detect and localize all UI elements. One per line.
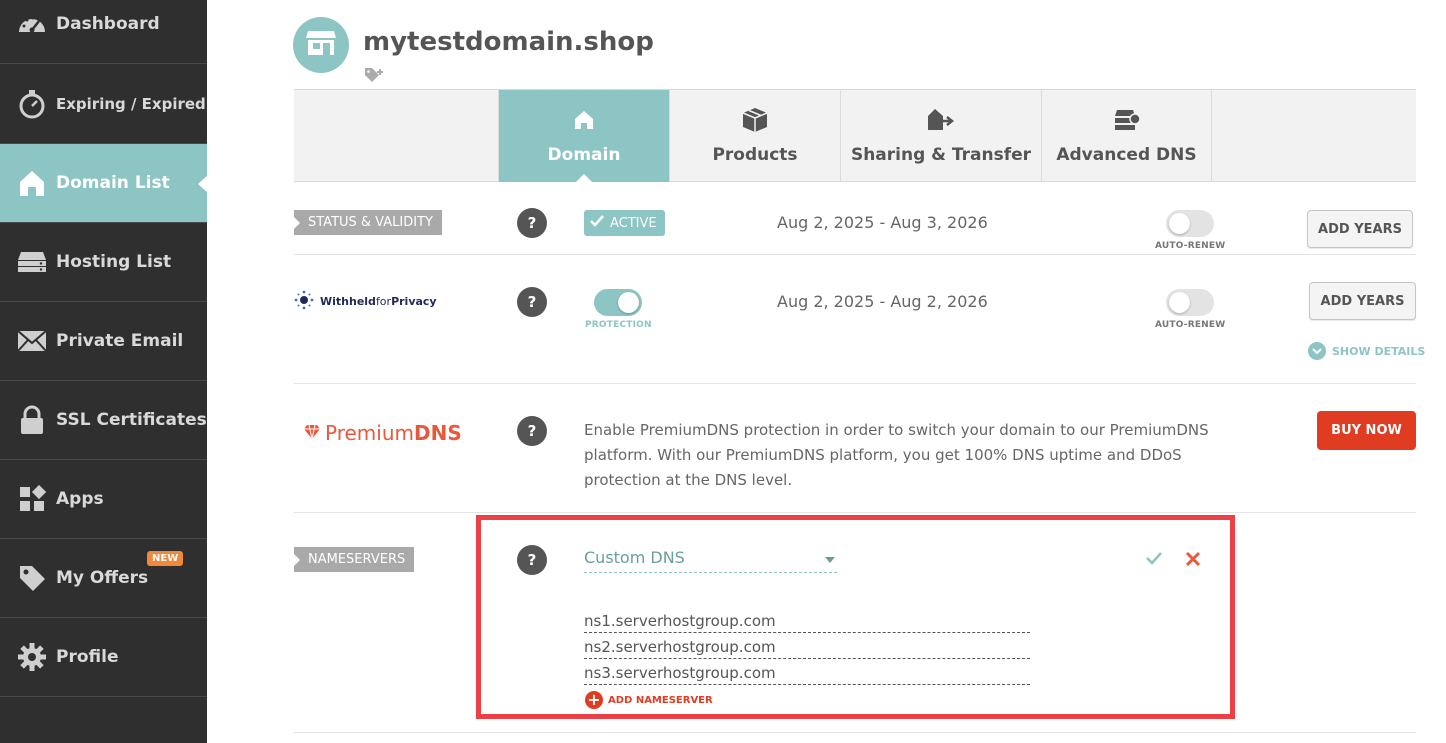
gear-icon: [16, 641, 48, 673]
domain-tabbar: Domain Products Sharing & Transfer Advan…: [294, 89, 1416, 183]
gauge-icon: [16, 8, 48, 40]
home-icon: [574, 107, 594, 133]
status-add-years-button[interactable]: ADD YEARS: [1307, 210, 1413, 248]
status-help-button[interactable]: ?: [517, 208, 547, 238]
row-divider: [294, 512, 1416, 513]
nameserver-input-3[interactable]: [584, 661, 1030, 685]
privacy-add-years-button[interactable]: ADD YEARS: [1309, 282, 1416, 320]
sidebar: Dashboard Expiring / Expired Domain List…: [0, 0, 208, 743]
tab-domain[interactable]: Domain: [498, 90, 669, 183]
privacy-dates: Aug 2, 2025 - Aug 2, 2026: [777, 292, 988, 311]
sidebar-item-profile[interactable]: Profile: [0, 618, 207, 697]
sidebar-item-label: Domain List: [56, 173, 170, 193]
tag-icon: [16, 562, 48, 594]
apps-icon: [16, 483, 48, 515]
dns-icon: [1113, 107, 1141, 133]
toggle-knob: [618, 292, 639, 313]
show-details-link[interactable]: SHOW DETAILS: [1308, 342, 1425, 360]
home-icon: [16, 167, 48, 199]
page-title: mytestdomain.shop: [363, 27, 654, 57]
sidebar-item-label: Dashboard: [56, 14, 160, 34]
sidebar-item-label: SSL Certificates: [56, 410, 207, 430]
storefront-icon: [305, 29, 337, 61]
privacy-autorenew-toggle[interactable]: [1166, 289, 1214, 316]
premiumdns-logo-a: Premium: [325, 421, 414, 445]
show-details-text: SHOW DETAILS: [1332, 344, 1426, 358]
sidebar-item-hosting-list[interactable]: Hosting List: [0, 223, 207, 302]
nameservers-label: NAMESERVERS: [294, 547, 415, 572]
tab-label: Products: [712, 145, 798, 165]
nameserver-input-1[interactable]: [584, 609, 1030, 633]
privacy-help-button[interactable]: ?: [517, 287, 547, 317]
premiumdns-description: Enable PremiumDNS protection in order to…: [584, 421, 1209, 489]
envelope-icon: [16, 325, 48, 357]
sidebar-item-my-offers[interactable]: My Offers NEW: [0, 539, 207, 618]
new-badge: NEW: [147, 551, 184, 566]
nameserver-input-2[interactable]: [584, 635, 1030, 659]
tab-sharing-transfer[interactable]: Sharing & Transfer: [840, 90, 1041, 182]
toggle-knob: [1169, 292, 1190, 313]
chevron-down-icon: [1308, 342, 1326, 360]
autorenew-label: AUTO-RENEW: [1155, 320, 1226, 330]
nameserver-type-select[interactable]: Custom DNS: [584, 548, 837, 573]
autorenew-label: AUTO-RENEW: [1155, 241, 1226, 251]
protection-label: PROTECTION: [585, 320, 652, 330]
row-divider: [294, 254, 1416, 255]
tab-products[interactable]: Products: [669, 90, 840, 182]
tab-label: Domain: [547, 145, 621, 165]
sidebar-item-label: Expiring / Expired: [56, 95, 206, 113]
sidebar-item-expiring[interactable]: Expiring / Expired: [0, 65, 207, 144]
sidebar-item-private-email[interactable]: Private Email: [0, 302, 207, 381]
add-tag-icon[interactable]: [364, 67, 384, 87]
premiumdns-logo-text: PremiumDNS: [325, 421, 462, 445]
privacy-logo-a: Withheld: [320, 295, 376, 308]
server-icon: [16, 246, 48, 278]
tab-label: Sharing & Transfer: [850, 145, 1032, 165]
privacy-logo-b: for: [375, 295, 392, 308]
sidebar-item-label: Private Email: [56, 331, 184, 351]
sidebar-item-label: Apps: [56, 489, 104, 509]
privacy-logo-text: WithheldforPrivacy: [320, 295, 437, 308]
privacy-logo-c: Privacy: [391, 295, 437, 308]
lock-icon: [16, 404, 48, 436]
check-icon: [590, 215, 604, 231]
tab-advanced-dns[interactable]: Advanced DNS: [1041, 90, 1212, 182]
row-divider: [294, 732, 1416, 733]
cancel-x-icon[interactable]: [1184, 550, 1202, 572]
add-nameserver-button[interactable]: + ADD NAMESERVER: [585, 691, 713, 709]
sidebar-item-dashboard[interactable]: Dashboard: [0, 0, 207, 64]
premiumdns-logo-b: DNS: [414, 421, 462, 445]
nameserver-type-value: Custom DNS: [584, 548, 685, 567]
status-badge: ACTIVE: [584, 210, 665, 236]
row-divider: [294, 383, 1416, 384]
diamond-icon: [303, 421, 321, 445]
box-icon: [742, 107, 768, 133]
sidebar-item-ssl[interactable]: SSL Certificates: [0, 381, 207, 460]
status-dates: Aug 2, 2025 - Aug 3, 2026: [777, 213, 988, 232]
privacy-protection-toggle[interactable]: [594, 289, 642, 316]
withheld-for-privacy-logo: WithheldforPrivacy: [294, 290, 437, 313]
caret-down-icon: [825, 557, 835, 563]
premiumdns-help-button[interactable]: ?: [517, 416, 547, 446]
confirm-check-icon[interactable]: [1145, 550, 1163, 570]
sidebar-item-apps[interactable]: Apps: [0, 460, 207, 539]
add-nameserver-text: ADD NAMESERVER: [608, 694, 713, 706]
status-autorenew-toggle[interactable]: [1166, 210, 1214, 237]
stopwatch-icon: [16, 88, 48, 120]
tab-label: Advanced DNS: [1056, 145, 1197, 165]
toggle-knob: [1169, 213, 1190, 234]
transfer-icon: [927, 107, 955, 133]
sidebar-item-label: Profile: [56, 647, 119, 667]
status-validity-label: STATUS & VALIDITY: [294, 210, 442, 235]
sidebar-item-domain-list[interactable]: Domain List: [0, 144, 208, 223]
sidebar-item-label: Hosting List: [56, 252, 172, 272]
sidebar-item-label: My Offers: [56, 568, 149, 588]
domain-avatar: [293, 17, 349, 73]
buy-now-button[interactable]: BUY NOW: [1317, 411, 1416, 450]
status-badge-text: ACTIVE: [610, 215, 657, 231]
privacy-logo-icon: [294, 290, 314, 313]
plus-icon: +: [585, 691, 603, 709]
premiumdns-logo: PremiumDNS: [303, 421, 462, 445]
nameservers-help-button[interactable]: ?: [517, 545, 547, 575]
